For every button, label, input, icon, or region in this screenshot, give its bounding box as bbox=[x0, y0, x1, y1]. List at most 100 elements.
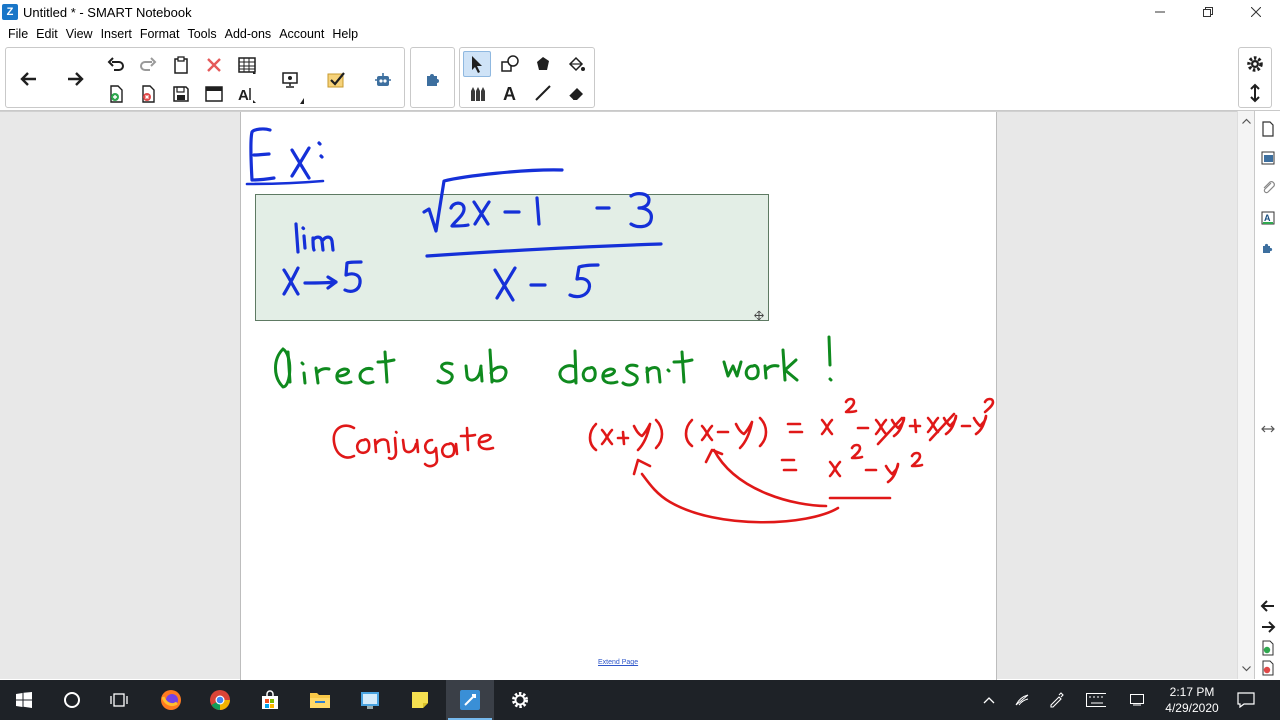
show-hidden-icons-button[interactable] bbox=[979, 690, 999, 710]
sidebar-add-page-button[interactable] bbox=[1258, 638, 1278, 658]
cursor-arrow-icon bbox=[472, 56, 482, 73]
system-clock[interactable]: 2:17 PM 4/29/2020 bbox=[1150, 684, 1234, 716]
display-tray-icon[interactable] bbox=[1127, 690, 1147, 710]
fill-tool-button[interactable] bbox=[529, 51, 557, 77]
screen-shade-icon bbox=[205, 86, 223, 102]
minimize-button[interactable] bbox=[1136, 0, 1184, 24]
extend-page-link[interactable]: Extend Page bbox=[598, 659, 638, 666]
add-page-icon bbox=[110, 85, 123, 103]
redo-button[interactable] bbox=[134, 52, 162, 78]
attachments-tab[interactable] bbox=[1258, 177, 1278, 197]
chevron-down-icon bbox=[1241, 666, 1251, 672]
action-center-button[interactable] bbox=[1236, 690, 1256, 710]
svg-text:A: A bbox=[238, 87, 249, 104]
close-button[interactable] bbox=[1232, 0, 1280, 24]
settings-taskbar-button[interactable] bbox=[496, 680, 544, 720]
svg-text:A: A bbox=[1264, 213, 1271, 223]
sticky-notes-taskbar-button[interactable] bbox=[396, 680, 444, 720]
eraser-tool-button[interactable] bbox=[562, 80, 590, 106]
gallery-tab[interactable] bbox=[1258, 148, 1278, 168]
lines-tool-button[interactable] bbox=[529, 80, 557, 106]
smart-notebook-app-icon: Z bbox=[2, 4, 18, 20]
pen-icon bbox=[1050, 692, 1064, 708]
menu-account[interactable]: Account bbox=[275, 27, 328, 41]
pens-icon bbox=[471, 87, 485, 101]
control-panel-icon bbox=[361, 692, 379, 709]
svg-text:A: A bbox=[503, 84, 516, 103]
taskbar: 2:17 PM 4/29/2020 bbox=[0, 680, 1280, 720]
customize-toolbar-button[interactable] bbox=[1241, 51, 1269, 77]
undo-button[interactable] bbox=[102, 52, 130, 78]
add-ons-tab[interactable] bbox=[1258, 238, 1278, 258]
paint-bucket-icon bbox=[568, 56, 585, 72]
shapes-tool-button[interactable] bbox=[496, 51, 524, 77]
add-page-button[interactable] bbox=[102, 81, 130, 107]
sidebar-next-page-button[interactable] bbox=[1258, 617, 1278, 637]
page-sorter-tab[interactable] bbox=[1258, 119, 1278, 139]
next-page-button[interactable] bbox=[60, 65, 90, 93]
network-tray-icon[interactable] bbox=[1012, 690, 1032, 710]
menu-format[interactable]: Format bbox=[136, 27, 184, 41]
previous-page-button[interactable] bbox=[14, 65, 44, 93]
menu-view[interactable]: View bbox=[62, 27, 97, 41]
notebook-page[interactable] bbox=[240, 112, 997, 680]
notification-icon bbox=[1237, 692, 1255, 708]
text-tool-button[interactable]: A bbox=[496, 80, 524, 106]
move-toolbar-button[interactable] bbox=[1241, 80, 1269, 106]
menu-file[interactable]: File bbox=[4, 27, 32, 41]
touch-keyboard-tray-icon[interactable] bbox=[1086, 690, 1106, 710]
select-tool-button[interactable] bbox=[463, 51, 491, 77]
menu-edit[interactable]: Edit bbox=[32, 27, 62, 41]
chrome-taskbar-button[interactable] bbox=[196, 680, 244, 720]
chevron-up-icon bbox=[983, 697, 995, 704]
menu-insert[interactable]: Insert bbox=[97, 27, 136, 41]
up-down-arrows-icon bbox=[1250, 83, 1260, 103]
toolbar-main-group: A bbox=[5, 47, 405, 108]
smart-notebook-taskbar-button[interactable] bbox=[446, 680, 494, 720]
firefox-taskbar-button[interactable] bbox=[147, 680, 195, 720]
restore-button[interactable] bbox=[1184, 0, 1232, 24]
close-icon bbox=[1251, 7, 1261, 17]
activity-builder-button[interactable] bbox=[367, 65, 399, 95]
add-ons-button[interactable] bbox=[418, 64, 448, 94]
scroll-up-button[interactable] bbox=[1238, 113, 1254, 129]
arrow-right-icon bbox=[1262, 621, 1276, 633]
menu-help[interactable]: Help bbox=[328, 27, 362, 41]
file-explorer-taskbar-button[interactable] bbox=[296, 680, 344, 720]
insert-table-button[interactable] bbox=[233, 52, 261, 78]
shapes-icon bbox=[501, 55, 519, 72]
sidebar-previous-page-button[interactable] bbox=[1258, 596, 1278, 616]
control-panel-taskbar-button[interactable] bbox=[346, 680, 394, 720]
clipboard-icon bbox=[174, 56, 188, 74]
menu-tools[interactable]: Tools bbox=[183, 27, 220, 41]
properties-tab[interactable]: A bbox=[1258, 208, 1278, 228]
menu-add-ons[interactable]: Add-ons bbox=[221, 27, 276, 41]
display-button[interactable] bbox=[274, 65, 306, 95]
delete-button[interactable] bbox=[200, 52, 228, 78]
paste-button[interactable] bbox=[167, 52, 195, 78]
chrome-icon bbox=[210, 690, 230, 710]
search-button[interactable] bbox=[48, 680, 96, 720]
gear-icon bbox=[512, 692, 528, 708]
task-view-button[interactable] bbox=[96, 680, 144, 720]
response-assessment-button[interactable] bbox=[320, 65, 352, 95]
scroll-down-button[interactable] bbox=[1238, 661, 1254, 677]
delete-page-button[interactable] bbox=[134, 81, 162, 107]
pen-workspace-tray-icon[interactable] bbox=[1046, 690, 1066, 710]
screen-shade-button[interactable] bbox=[200, 81, 228, 107]
move-sidebar-button[interactable] bbox=[1258, 419, 1278, 439]
microsoft-store-icon bbox=[262, 690, 278, 709]
save-floppy-icon bbox=[173, 86, 189, 102]
sidebar-delete-page-button[interactable] bbox=[1258, 658, 1278, 678]
pens-tool-button[interactable] bbox=[463, 80, 491, 106]
start-button[interactable] bbox=[0, 680, 48, 720]
menu-bar: File Edit View Insert Format Tools Add-o… bbox=[0, 24, 1280, 44]
paint-bucket-button[interactable] bbox=[562, 51, 590, 77]
polygon-fill-icon bbox=[537, 57, 549, 70]
vertical-scrollbar[interactable] bbox=[1237, 111, 1254, 679]
handwriting-recognition-button[interactable]: A bbox=[233, 81, 261, 107]
store-taskbar-button[interactable] bbox=[246, 680, 294, 720]
save-button[interactable] bbox=[167, 81, 195, 107]
smart-notebook-icon bbox=[460, 690, 480, 710]
side-tab-bar: A bbox=[1254, 111, 1280, 679]
